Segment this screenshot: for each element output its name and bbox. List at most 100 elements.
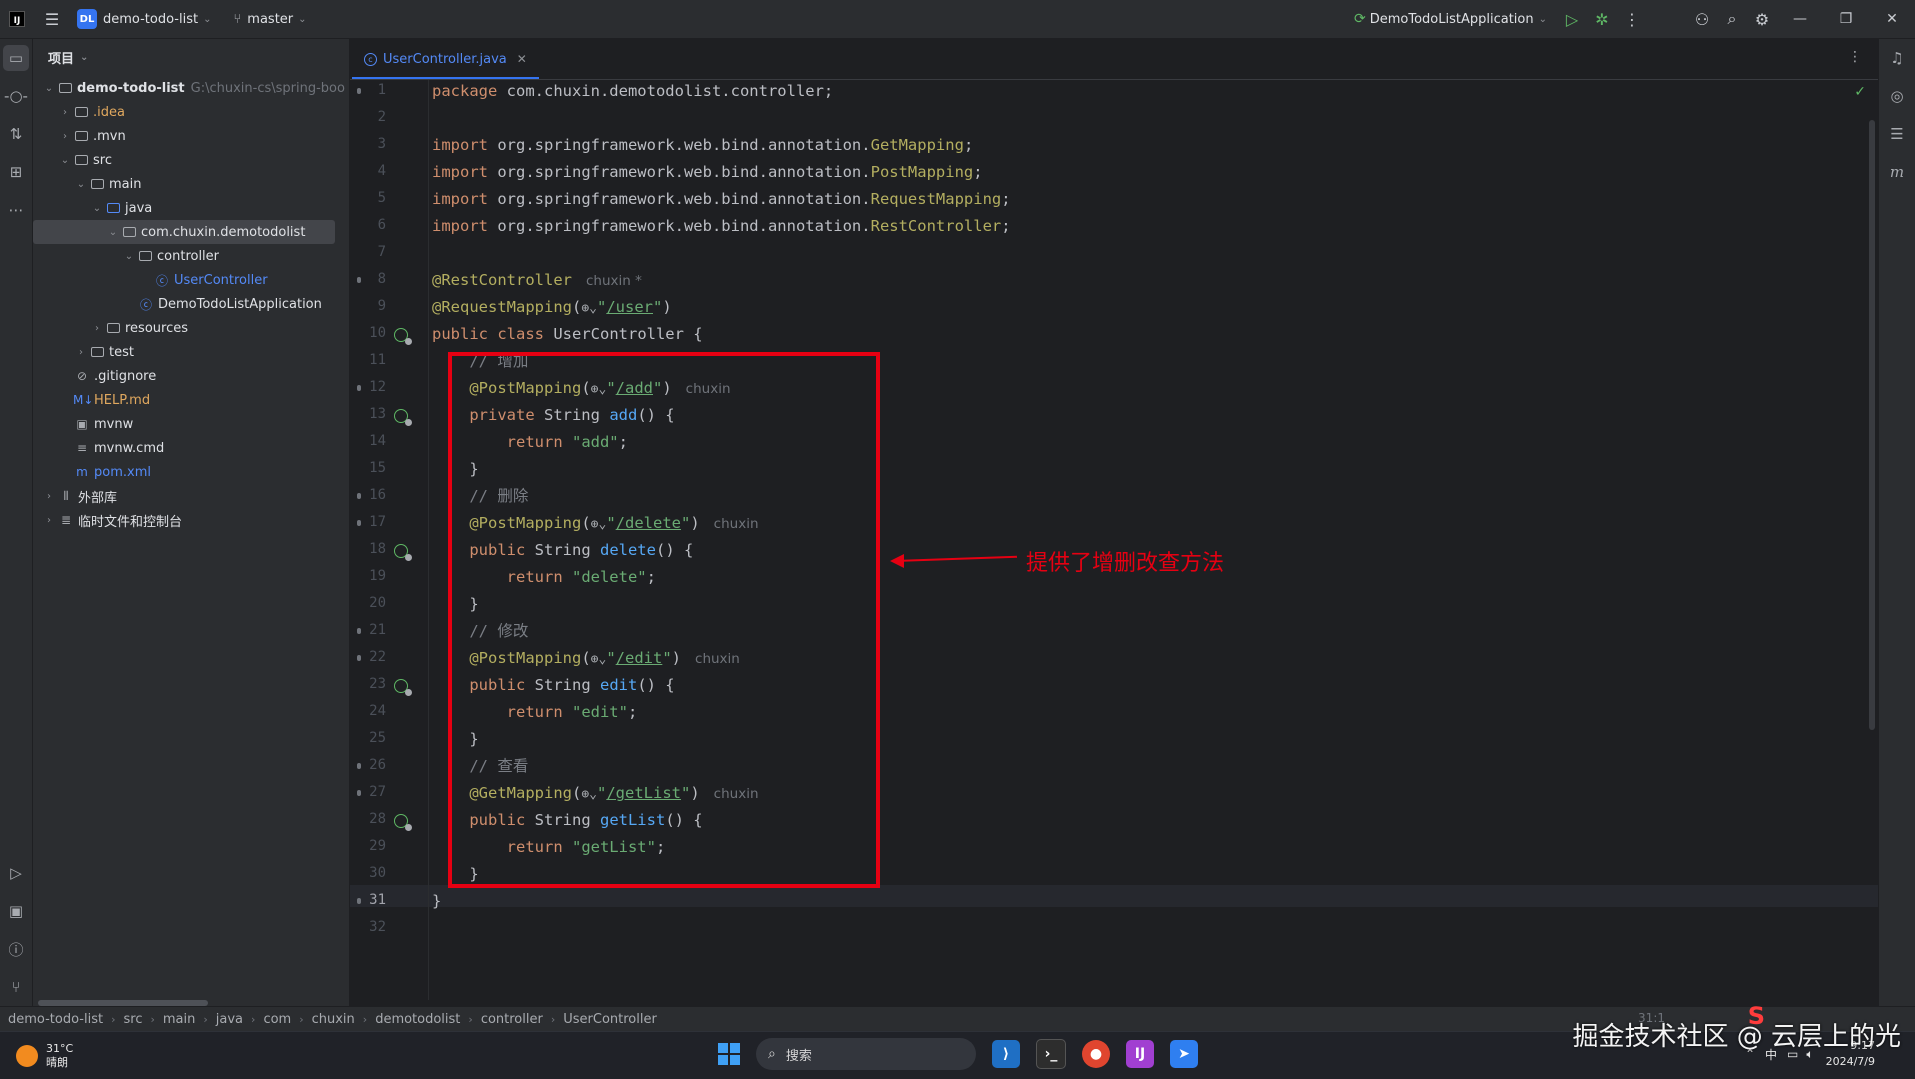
more-icon[interactable]: ⋮: [1848, 49, 1862, 65]
code-line[interactable]: public class UserController {: [432, 323, 703, 345]
tree-item[interactable]: ⊘ .gitignore: [33, 364, 349, 388]
project-folder-icon[interactable]: ▭: [3, 45, 29, 71]
tree-item[interactable]: ⌄ com.chuxin.demotodolist: [33, 220, 335, 244]
vscode-icon[interactable]: ⟩: [992, 1040, 1020, 1068]
tree-item[interactable]: ⌄ java: [33, 196, 349, 220]
code-line[interactable]: import org.springframework.web.bind.anno…: [432, 215, 1011, 237]
fold-marker-icon[interactable]: [357, 898, 361, 904]
breadcrumb-item[interactable]: src: [124, 1012, 143, 1027]
chevron-down-icon[interactable]: ⌄: [57, 155, 73, 166]
chevron-down-icon[interactable]: ⌄: [89, 203, 105, 214]
main-menu-icon[interactable]: ☰: [37, 4, 67, 34]
code-line[interactable]: package com.chuxin.demotodolist.controll…: [432, 80, 833, 102]
terminal-app-icon[interactable]: ›_: [1036, 1039, 1066, 1069]
run-config-selector[interactable]: ⟳ DemoTodoListApplication ⌄: [1354, 11, 1547, 27]
project-badge[interactable]: DL: [77, 9, 97, 29]
terminal-icon[interactable]: ▣: [0, 892, 32, 930]
debug-icon[interactable]: ✲: [1587, 4, 1617, 34]
breadcrumb-item[interactable]: demotodolist: [375, 1012, 460, 1027]
project-panel-header[interactable]: 项目 ⌄: [33, 39, 349, 75]
chevron-down-icon[interactable]: ⌄: [203, 14, 211, 25]
tree-item[interactable]: › resources: [33, 316, 349, 340]
chevron-right-icon[interactable]: ›: [57, 131, 73, 142]
code-line[interactable]: @RequestMapping(⊕⌄"/user"): [432, 296, 672, 318]
services-icon[interactable]: ▷: [0, 854, 32, 892]
vertical-scrollbar[interactable]: [1869, 120, 1875, 730]
chrome-icon[interactable]: ●: [1082, 1040, 1110, 1068]
tab-usercontroller[interactable]: c UserController.java ✕: [352, 41, 539, 79]
database-icon[interactable]: ☰: [1879, 115, 1915, 153]
branch-name[interactable]: master: [247, 12, 293, 27]
tree-item[interactable]: › .mvn: [33, 124, 349, 148]
code-line[interactable]: import org.springframework.web.bind.anno…: [432, 188, 1011, 210]
tree-item[interactable]: ⓒ UserController: [33, 268, 349, 292]
fold-marker-icon[interactable]: [357, 790, 361, 796]
endpoint-gutter-icon[interactable]: [394, 814, 412, 831]
tree-item[interactable]: ≡ mvnw.cmd: [33, 436, 349, 460]
run-icon[interactable]: ▷: [1557, 4, 1587, 34]
breadcrumb-item[interactable]: UserController: [563, 1012, 657, 1027]
fold-marker-icon[interactable]: [357, 628, 361, 634]
endpoint-gutter-icon[interactable]: [394, 544, 412, 561]
chevron-right-icon[interactable]: ›: [89, 323, 105, 334]
chevron-down-icon[interactable]: ⌄: [73, 179, 89, 190]
minimize-button[interactable]: —: [1777, 0, 1823, 38]
tree-item[interactable]: › ≣ 临时文件和控制台: [33, 508, 349, 532]
inspection-ok-icon[interactable]: ✓: [1854, 84, 1866, 100]
search-icon[interactable]: ⌕: [1717, 4, 1747, 34]
chevron-down-icon[interactable]: ⌄: [105, 227, 121, 238]
tree-item[interactable]: ⌄ main: [33, 172, 349, 196]
breadcrumb-item[interactable]: controller: [481, 1012, 543, 1027]
tree-item[interactable]: › test: [33, 340, 349, 364]
code-line[interactable]: }: [432, 890, 441, 912]
tree-item[interactable]: ⌄ src: [33, 148, 349, 172]
windows-start-icon[interactable]: [718, 1043, 740, 1065]
fold-marker-icon[interactable]: [357, 277, 361, 283]
tree-item[interactable]: ⌄ demo-todo-list G:\chuxin-cs\spring-boo: [33, 76, 349, 100]
fold-marker-icon[interactable]: [357, 520, 361, 526]
more-tools-icon[interactable]: ⋯: [0, 191, 32, 229]
code-line[interactable]: @RestController chuxin *: [432, 269, 642, 291]
close-button[interactable]: ✕: [1869, 0, 1915, 38]
fold-marker-icon[interactable]: [357, 493, 361, 499]
chevron-right-icon[interactable]: ›: [57, 107, 73, 118]
weather-widget[interactable]: 31°C 晴朗: [16, 1042, 73, 1070]
fold-marker-icon[interactable]: [357, 763, 361, 769]
code-editor[interactable]: 1 2 3 4 5 6 7 8 9 10 11 12 13 14 15 16 17 18 19 20 21 22 23 24 2…: [350, 80, 1878, 1000]
taskbar-search[interactable]: ⌕ 搜索: [756, 1038, 976, 1070]
intellij-app-icon[interactable]: IJ: [1126, 1040, 1154, 1068]
chevron-down-icon[interactable]: ⌄: [298, 14, 306, 25]
pull-requests-icon[interactable]: ⇅: [0, 115, 32, 153]
tree-item[interactable]: m pom.xml: [33, 460, 349, 484]
more-icon[interactable]: ⋮: [1617, 4, 1647, 34]
chevron-right-icon[interactable]: ›: [73, 347, 89, 358]
fold-marker-icon[interactable]: [357, 655, 361, 661]
url-globe-icon[interactable]: ⊕⌄: [581, 301, 597, 316]
fold-marker-icon[interactable]: [357, 385, 361, 391]
tree-item[interactable]: ⌄ controller: [33, 244, 349, 268]
endpoint-gutter-icon[interactable]: [394, 328, 412, 345]
breadcrumb-item[interactable]: chuxin: [312, 1012, 355, 1027]
breadcrumb-item[interactable]: java: [216, 1012, 243, 1027]
tree-item[interactable]: › ⫴ 外部库: [33, 484, 349, 508]
feishu-app-icon[interactable]: ➤: [1170, 1040, 1198, 1068]
restore-button[interactable]: ❐: [1823, 0, 1869, 38]
breadcrumb-item[interactable]: demo-todo-list: [8, 1012, 103, 1027]
code-line[interactable]: import org.springframework.web.bind.anno…: [432, 134, 973, 156]
ai-assistant-icon[interactable]: ◎: [1879, 77, 1915, 115]
chevron-right-icon[interactable]: ›: [41, 491, 57, 502]
maven-icon[interactable]: m: [1879, 153, 1915, 191]
commit-icon[interactable]: -○-: [0, 77, 32, 115]
chevron-down-icon[interactable]: ⌄: [41, 83, 57, 94]
structure-icon[interactable]: ⊞: [0, 153, 32, 191]
project-name[interactable]: demo-todo-list: [103, 12, 198, 27]
close-icon[interactable]: ✕: [517, 52, 527, 66]
breadcrumb-item[interactable]: main: [163, 1012, 195, 1027]
problems-icon[interactable]: ⓘ: [0, 930, 32, 968]
tree-item[interactable]: › .idea: [33, 100, 349, 124]
code-line[interactable]: import org.springframework.web.bind.anno…: [432, 161, 983, 183]
chevron-down-icon[interactable]: ⌄: [121, 251, 137, 262]
endpoint-gutter-icon[interactable]: [394, 679, 412, 696]
chevron-right-icon[interactable]: ›: [41, 515, 57, 526]
tree-item[interactable]: ⓒ DemoTodoListApplication: [33, 292, 349, 316]
